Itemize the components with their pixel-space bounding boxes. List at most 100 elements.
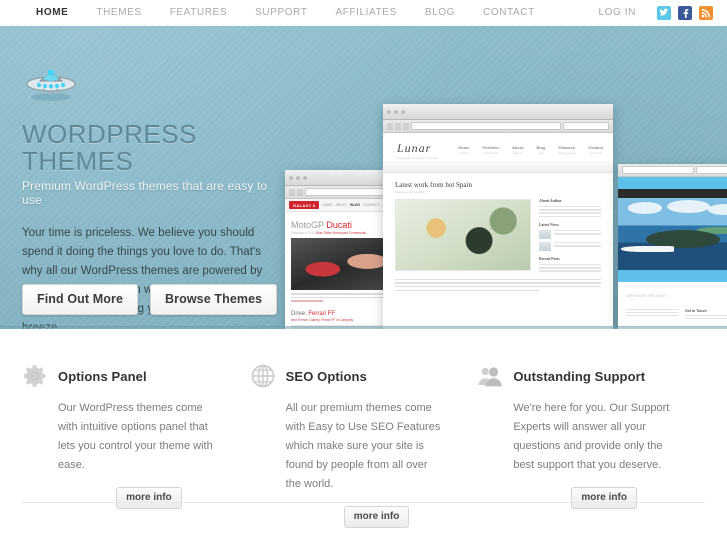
- mock-body-text: [383, 274, 613, 292]
- features-row: Options Panel Our WordPress themes come …: [0, 329, 727, 528]
- search-field: [563, 122, 609, 130]
- text-line: [539, 263, 601, 266]
- mock-nav-sub: news: [538, 151, 544, 155]
- mock-nav-about: About about us: [512, 145, 524, 155]
- browser-address-bar: [618, 164, 727, 177]
- mock-nav-label: Blog: [536, 145, 546, 150]
- reload-icon: [403, 122, 409, 130]
- mock-site-tagline: premium wordpress theme: [397, 157, 439, 160]
- browse-themes-button[interactable]: Browse Themes: [150, 284, 278, 315]
- mock-post-title-b: Ducati: [326, 220, 352, 230]
- feature-options-panel: Options Panel Our WordPress themes come …: [22, 363, 250, 528]
- nav-item-home[interactable]: HOME: [22, 0, 82, 26]
- hero-cta-group: Find Out More Browse Themes: [22, 284, 278, 315]
- feature-description: All our premium themes come with Easy to…: [285, 402, 441, 490]
- feature-header: SEO Options: [250, 363, 444, 389]
- nav-item-support[interactable]: SUPPORT: [241, 0, 321, 26]
- cloud-shape: [628, 202, 662, 214]
- mock-nav-label: Home: [458, 145, 470, 150]
- mock-nav-features: Features what we can do: [558, 145, 575, 155]
- mock-post-tags-2: New Ferrari, Gallery, Ferrari FF in Comp…: [291, 317, 354, 322]
- back-icon: [387, 122, 393, 130]
- mock-nav-link: BLOG: [350, 203, 361, 207]
- text-line: [626, 314, 679, 317]
- twitter-icon[interactable]: [657, 5, 671, 20]
- gear-icon: [22, 363, 48, 389]
- text-line: [395, 282, 601, 284]
- text-line: [539, 267, 601, 269]
- nav-item-affiliates[interactable]: AFFILIATES: [321, 0, 410, 26]
- mock-site-nav: Home welcome Portfolio our best work About…: [458, 145, 603, 155]
- mock-footer-col: [626, 309, 679, 321]
- mock-sidebar-heading-recent: Recent Posts: [539, 256, 560, 261]
- mock-site-nav-band: [618, 189, 727, 198]
- mock-site-logo: Lunar premium wordpress theme: [397, 141, 438, 160]
- nav-item-themes[interactable]: THEMES: [82, 0, 155, 26]
- feature-title: Options Panel: [58, 368, 147, 384]
- window-dot: [289, 175, 293, 180]
- text-line: [539, 215, 601, 217]
- mock-post-meta: Posted on July 13, 2011: [395, 190, 425, 194]
- text-line: [554, 245, 601, 247]
- mock-sidebar-heading-news: Latest News: [539, 222, 559, 227]
- primary-nav: HOME THEMES FEATURES SUPPORT AFFILIATES …: [0, 0, 549, 26]
- mock-nav-sub: about us: [513, 151, 523, 155]
- mock-sidebar-post: [539, 229, 601, 239]
- cloud-shape: [707, 204, 727, 215]
- url-field: [622, 166, 694, 174]
- mock-post-title-2b: Ferrari FF: [308, 310, 336, 317]
- feature-title: SEO Options: [285, 368, 367, 384]
- login-link[interactable]: LOG IN: [599, 7, 637, 18]
- mock-hero-image: [618, 198, 727, 270]
- more-info-button[interactable]: more info: [343, 506, 410, 528]
- nav-item-features[interactable]: FEATURES: [156, 0, 241, 26]
- text-line: [554, 233, 601, 235]
- window-dot: [296, 175, 300, 180]
- mock-nav-blog: Blog news: [537, 145, 546, 155]
- mock-nav-link: ABOUT: [335, 203, 348, 207]
- nav-item-blog[interactable]: BLOG: [411, 0, 469, 26]
- mock-post-thumbnail: [539, 229, 551, 239]
- url-field: [411, 122, 561, 130]
- mock-nav-sub: get in touch: [589, 151, 602, 155]
- mock-site-logo-text: Lunar: [397, 141, 432, 155]
- ocean-theme-screenshot[interactable]: adventure and sport Get In Touch: [618, 164, 727, 329]
- browser-chrome: [383, 104, 613, 120]
- feature-description: Our WordPress themes come with intuitive…: [58, 402, 213, 471]
- hero-subtitle: Premium WordPress themes that are easy t…: [22, 178, 268, 207]
- text-line: [626, 311, 679, 314]
- text-line: [539, 209, 601, 211]
- feature-action: more info: [250, 494, 444, 528]
- mock-nav-sub: what we can do: [558, 151, 576, 155]
- mock-post-date: February 4, 2011: [291, 231, 316, 235]
- feature-outstanding-support: Outstanding Support We're here for you. …: [477, 363, 705, 528]
- text-line: [685, 315, 727, 317]
- feature-action: more info: [22, 475, 216, 509]
- mock-site-logo: GALAXY 3: [289, 201, 320, 209]
- mock-nav-label: Features: [558, 145, 576, 150]
- more-info-button[interactable]: more info: [571, 487, 637, 509]
- page-title: WORDPRESS THEMES: [22, 119, 197, 177]
- top-navigation-bar: HOME THEMES FEATURES SUPPORT AFFILIATES …: [0, 0, 727, 27]
- text-line: [539, 212, 601, 214]
- rss-icon[interactable]: [699, 5, 713, 20]
- mock-site-header: [618, 177, 727, 189]
- mock-nav-link: CONTACT: [363, 203, 380, 207]
- mock-post-snippet: [554, 229, 601, 236]
- ufo-logo[interactable]: [20, 64, 82, 104]
- text-line: [395, 289, 540, 292]
- find-out-more-button[interactable]: Find Out More: [22, 284, 139, 315]
- lunar-theme-screenshot[interactable]: Lunar premium wordpress theme Home welcom…: [383, 104, 613, 329]
- window-dot: [394, 109, 398, 114]
- browser-address-bar: [383, 120, 613, 133]
- more-info-button[interactable]: more info: [116, 487, 182, 509]
- mock-main-column: [395, 199, 531, 274]
- mock-nav-sub: our best work: [483, 151, 498, 155]
- facebook-icon[interactable]: [678, 5, 692, 20]
- mock-nav-home: Home welcome: [458, 145, 469, 155]
- nav-item-contact[interactable]: CONTACT: [469, 0, 549, 26]
- feature-description: We're here for you. Our Support Experts …: [513, 402, 670, 471]
- mock-post-tags: Blue Glitter Motorcycle Commercial: [315, 231, 366, 235]
- mock-post-title-a: MotoGP: [291, 220, 324, 230]
- airplane-shape: [620, 245, 675, 252]
